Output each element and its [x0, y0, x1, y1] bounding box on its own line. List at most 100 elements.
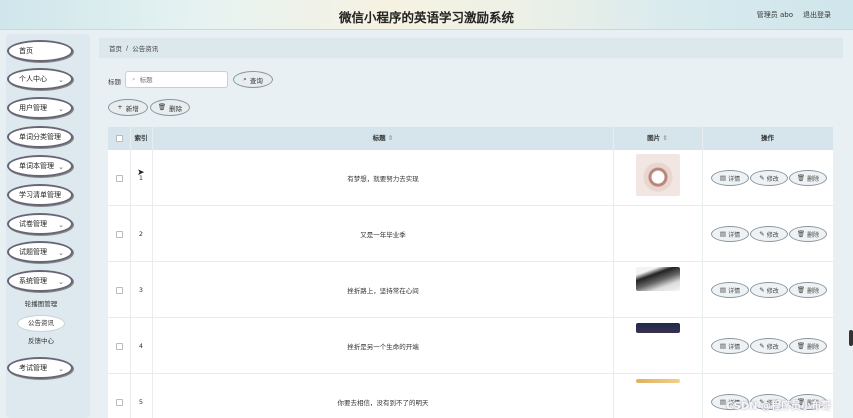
- row-thumbnail[interactable]: [635, 379, 680, 383]
- row-title: 挫折路上，坚持常在心间: [347, 287, 419, 295]
- sidebar-item-label: 用户管理: [19, 104, 47, 112]
- logout-link[interactable]: 退出登录: [803, 10, 831, 20]
- announcements-table: 索引 标题 ⇕ 图片 ⇕ 操作 1 有梦想，就要努力去实现 ▤ 详情 ✎ 修改 🗑 删…: [108, 127, 833, 418]
- table-row: 5 你要去相信，没有到不了的明天 ▤ 详情 ✎ 修改 🗑 删除: [108, 374, 833, 418]
- breadcrumb-separator: /: [126, 44, 129, 52]
- document-icon: ▤: [719, 173, 727, 182]
- bulk-delete-label: 删除: [169, 104, 183, 113]
- row-checkbox[interactable]: [115, 286, 123, 294]
- app-title: 微信小程序的英语学习激励系统: [338, 10, 514, 25]
- row-thumbnail[interactable]: [635, 154, 680, 196]
- delete-label: 删除: [807, 287, 820, 295]
- trash-icon: 🗑: [796, 285, 806, 294]
- sidebar-item-label: 学习清单管理: [19, 191, 61, 199]
- row-select: [108, 374, 130, 418]
- row-title: 挫折是另一个生命的开端: [347, 343, 419, 351]
- edit-button[interactable]: ✎ 修改: [750, 338, 788, 354]
- sidebar-item-exams[interactable]: 考试管理 ⌄: [7, 357, 73, 379]
- sort-icon: ⇕: [387, 134, 394, 142]
- row-index: 4: [138, 342, 144, 350]
- search-input[interactable]: [139, 75, 220, 84]
- select-all-checkbox[interactable]: [115, 135, 123, 142]
- row-checkbox[interactable]: [115, 174, 123, 182]
- chevron-down-icon: ⌄: [58, 76, 64, 84]
- sidebar-item-profile[interactable]: 个人中心 ⌄: [7, 68, 73, 90]
- delete-button[interactable]: 🗑 删除: [789, 282, 827, 298]
- add-button[interactable]: + 新增: [108, 99, 148, 116]
- sort-icon: ⇕: [662, 134, 668, 142]
- sidebar-item-word-category[interactable]: 单词分类管理: [7, 126, 73, 148]
- row-index: 5: [138, 398, 144, 406]
- trash-icon: 🗑: [796, 341, 806, 350]
- edit-button[interactable]: ✎ 修改: [750, 226, 788, 242]
- header-actions: 操作: [761, 134, 774, 142]
- sidebar-item-label: 试题管理: [19, 248, 47, 256]
- row-select: [108, 318, 130, 374]
- detail-label: 详情: [728, 231, 741, 239]
- trash-icon: 🗑: [796, 229, 806, 238]
- edit-button[interactable]: ✎ 修改: [750, 282, 788, 298]
- sidebar-item-label: 试卷管理: [19, 220, 47, 228]
- edit-label: 修改: [766, 175, 779, 183]
- delete-label: 删除: [807, 231, 820, 239]
- sidebar-subitem-feedback[interactable]: 反馈中心: [18, 334, 64, 349]
- search-icon: ⌕: [132, 75, 136, 84]
- delete-button[interactable]: 🗑 删除: [789, 170, 827, 186]
- row-checkbox[interactable]: [115, 342, 123, 350]
- table-header: 索引 标题 ⇕ 图片 ⇕ 操作: [108, 127, 833, 150]
- edit-label: 修改: [766, 231, 779, 239]
- header-image[interactable]: 图片 ⇕: [613, 127, 702, 150]
- user-label: 管理员 abo: [756, 11, 793, 19]
- row-select: [108, 206, 130, 262]
- header-title[interactable]: 标题 ⇕: [153, 127, 613, 150]
- edit-label: 修改: [766, 343, 779, 351]
- sidebar-item-questions[interactable]: 试题管理 ⌄: [7, 241, 73, 263]
- detail-button[interactable]: ▤ 详情: [711, 170, 749, 186]
- row-title: 又是一年毕业季: [360, 231, 406, 239]
- sidebar-item-home[interactable]: 首页: [7, 40, 73, 62]
- row-title: 有梦想，就要努力去实现: [347, 175, 419, 183]
- watermark: CSDN @程序员小布哥: [726, 401, 831, 412]
- row-checkbox[interactable]: [115, 398, 123, 406]
- table-row: 2 又是一年毕业季 ▤ 详情 ✎ 修改 🗑 删除: [108, 206, 833, 262]
- sidebar-item-label: 考试管理: [19, 364, 47, 372]
- detail-button[interactable]: ▤ 详情: [711, 338, 749, 354]
- row-thumbnail[interactable]: [635, 267, 680, 291]
- chevron-down-icon: ⌄: [58, 249, 64, 257]
- edit-icon: ✎: [759, 285, 765, 294]
- delete-button[interactable]: 🗑 删除: [789, 226, 827, 242]
- sidebar-subitem-carousel[interactable]: 轮播图管理: [18, 297, 64, 312]
- sidebar-item-label: 系统管理: [19, 277, 47, 285]
- edit-button[interactable]: ✎ 修改: [750, 170, 788, 186]
- sidebar-item-label: 首页: [19, 47, 33, 55]
- chevron-down-icon: ⌄: [58, 163, 64, 171]
- sidebar-item-papers[interactable]: 试卷管理 ⌄: [7, 213, 73, 235]
- row-thumbnail[interactable]: [635, 323, 680, 333]
- detail-button[interactable]: ▤ 详情: [711, 226, 749, 242]
- chevron-down-icon: ⌄: [58, 278, 64, 286]
- row-image-cell: [613, 262, 702, 318]
- search-label: 标题: [108, 78, 121, 86]
- search-field: ⌕: [125, 71, 228, 88]
- delete-button[interactable]: 🗑 删除: [789, 338, 827, 354]
- bulk-delete-button[interactable]: 🗑 删除: [150, 99, 190, 116]
- search-button[interactable]: ⌕ 查询: [233, 71, 273, 88]
- document-icon: ▤: [719, 285, 727, 294]
- sidebar-item-study-list[interactable]: 学习清单管理: [7, 184, 73, 206]
- scrollbar-thumb[interactable]: [849, 330, 853, 346]
- sidebar-item-users[interactable]: 用户管理 ⌄: [7, 97, 73, 119]
- detail-button[interactable]: ▤ 详情: [711, 282, 749, 298]
- breadcrumb-home[interactable]: 首页: [109, 43, 122, 53]
- delete-label: 删除: [807, 343, 820, 351]
- row-index: 1: [138, 174, 144, 182]
- sidebar-item-system[interactable]: 系统管理 ⌄: [7, 270, 73, 292]
- edit-icon: ✎: [759, 173, 765, 182]
- sidebar-subitem-announcements[interactable]: 公告资讯: [18, 316, 64, 331]
- row-image-cell: [613, 318, 702, 374]
- row-image-cell: [613, 150, 702, 206]
- header-index: 索引: [134, 134, 148, 142]
- detail-label: 详情: [728, 175, 741, 183]
- row-checkbox[interactable]: [115, 230, 123, 238]
- row-title: 你要去相信，没有到不了的明天: [337, 399, 429, 407]
- sidebar-item-wordbook[interactable]: 单词本管理 ⌄: [7, 155, 73, 177]
